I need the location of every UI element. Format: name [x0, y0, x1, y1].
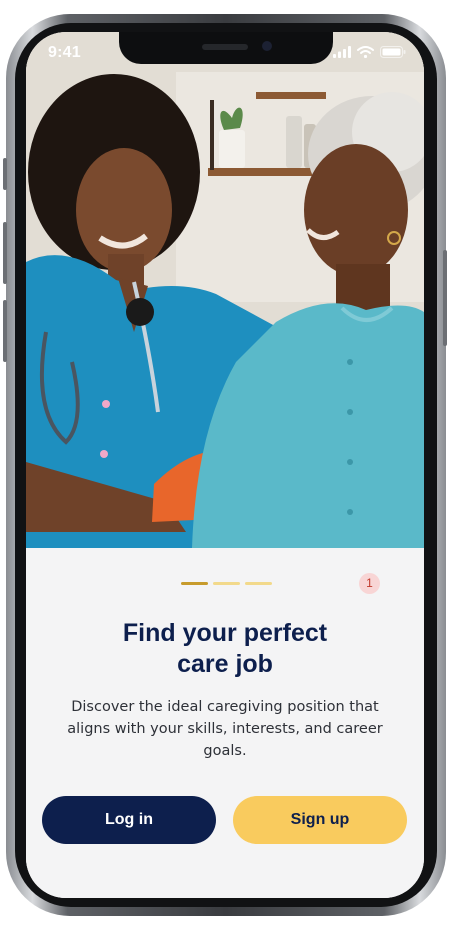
silent-switch [3, 158, 7, 190]
hero-photo [26, 32, 424, 548]
phone-screen: 9:41 1 Find your perfect care job Discov… [26, 32, 424, 898]
title-line-1: Find your perfect [122, 619, 328, 647]
page-dot-active[interactable] [181, 582, 208, 585]
signup-button[interactable]: Sign up [233, 796, 407, 844]
status-icons [333, 46, 406, 58]
volume-up-button [3, 222, 7, 284]
hero-photo-illustration [26, 32, 424, 548]
notification-badge[interactable]: 1 [359, 573, 380, 594]
page-dot[interactable] [213, 582, 240, 585]
title-line-2: care job [177, 650, 273, 678]
cellular-signal-icon [333, 46, 351, 58]
page-indicator [181, 582, 272, 585]
page-title: Find your perfect care job [56, 618, 394, 680]
onboarding-panel: 1 Find your perfect care job Discover th… [26, 548, 424, 898]
battery-icon [380, 46, 406, 58]
wifi-icon [357, 46, 374, 58]
status-time: 9:41 [48, 44, 81, 61]
login-button[interactable]: Log in [42, 796, 216, 844]
volume-down-button [3, 300, 7, 362]
status-bar: 9:41 [26, 32, 424, 76]
power-button [443, 250, 447, 346]
page-dot[interactable] [245, 582, 272, 585]
page-description: Discover the ideal caregiving position t… [67, 699, 383, 759]
